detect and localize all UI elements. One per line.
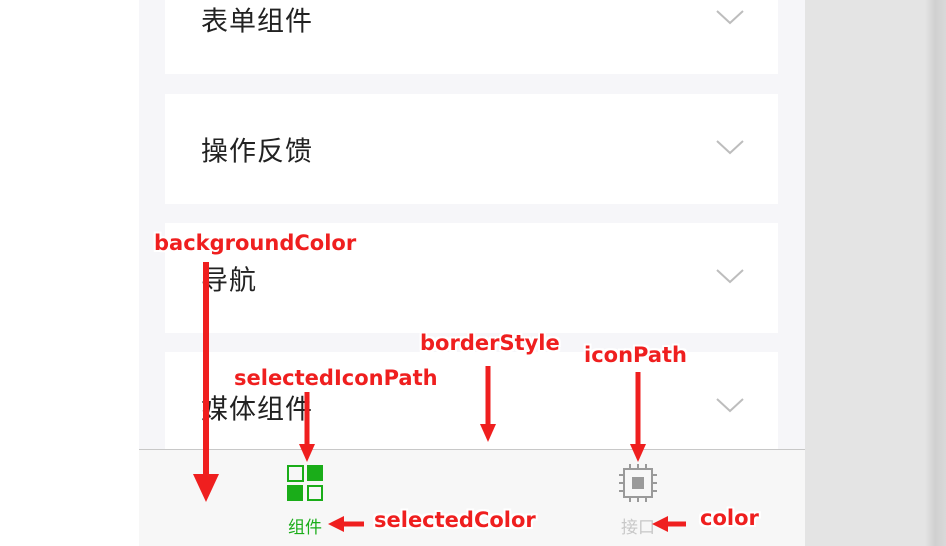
- tab-api[interactable]: 接口: [588, 450, 688, 546]
- chevron-down-icon: [715, 139, 745, 159]
- chevron-down-icon: [715, 397, 745, 417]
- chevron-down-icon: [715, 9, 745, 29]
- menu-item-form[interactable]: 表单组件: [165, 0, 778, 74]
- tab-label: 组件: [288, 518, 322, 538]
- annotation-selected-icon-path: selectedIconPath: [234, 366, 438, 390]
- chevron-down-icon: [715, 268, 745, 288]
- app-screen: 表单组件 操作反馈 导航 媒体组件 组件 接口: [139, 0, 805, 546]
- chip-icon: [619, 464, 657, 506]
- grid-icon: [286, 464, 324, 506]
- menu-item-label: 表单组件: [201, 6, 313, 38]
- tab-components[interactable]: 组件: [255, 450, 355, 546]
- annotation-icon-path: iconPath: [584, 343, 688, 367]
- annotation-border-style: borderStyle: [420, 331, 560, 355]
- tab-label: 接口: [621, 518, 655, 538]
- right-backdrop: [805, 0, 946, 546]
- menu-item-label: 媒体组件: [201, 394, 313, 426]
- menu-item-feedback[interactable]: 操作反馈: [165, 94, 778, 204]
- menu-item-label: 导航: [201, 265, 257, 297]
- annotation-color: color: [700, 506, 759, 530]
- menu-item-label: 操作反馈: [201, 136, 313, 168]
- annotation-background-color: backgroundColor: [154, 231, 357, 255]
- annotation-selected-color: selectedColor: [374, 508, 536, 532]
